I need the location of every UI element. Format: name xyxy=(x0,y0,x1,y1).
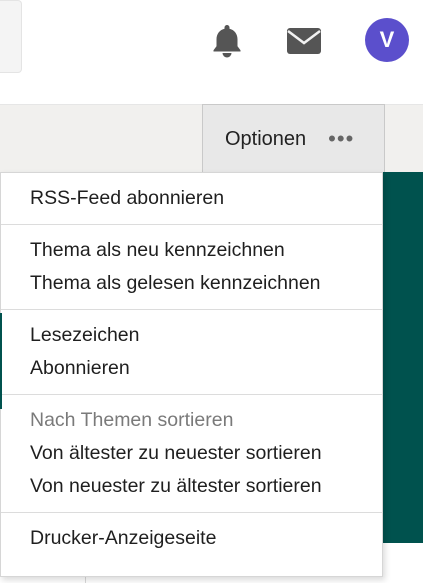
options-button[interactable]: Optionen ••• xyxy=(202,104,385,174)
accent-panel xyxy=(382,172,423,543)
menu-item-mark-read[interactable]: Thema als gelesen kennzeichnen xyxy=(30,267,382,300)
menu-section-mark: Thema als neu kennzeichnen Thema als gel… xyxy=(1,225,382,310)
menu-item-bookmark[interactable]: Lesezeichen xyxy=(30,319,382,352)
menu-item-subscribe[interactable]: Abonnieren xyxy=(30,352,382,385)
menu-item-mark-new[interactable]: Thema als neu kennzeichnen xyxy=(30,234,382,267)
menu-item-sort-oldest-first[interactable]: Von ältester zu neuester sortieren xyxy=(30,437,382,470)
avatar[interactable]: V xyxy=(365,18,409,62)
menu-section-print: Drucker-Anzeigeseite xyxy=(1,513,382,564)
menu-accent-bar xyxy=(0,313,2,409)
menu-section-sort: Nach Themen sortieren Von ältester zu ne… xyxy=(1,395,382,513)
menu-section-bookmark: Lesezeichen Abonnieren xyxy=(1,310,382,395)
menu-item-rss-subscribe[interactable]: RSS-Feed abonnieren xyxy=(30,182,382,215)
menu-item-printer-view[interactable]: Drucker-Anzeigeseite xyxy=(30,522,382,555)
menu-item-sort-newest-first[interactable]: Von neuester zu ältester sortieren xyxy=(30,470,382,503)
envelope-icon[interactable] xyxy=(286,26,322,56)
menu-sort-heading: Nach Themen sortieren xyxy=(30,409,234,431)
options-label: Optionen xyxy=(225,127,307,150)
avatar-initial: V xyxy=(379,27,395,52)
search-input[interactable] xyxy=(0,0,22,73)
more-icon: ••• xyxy=(328,126,355,151)
bell-icon[interactable] xyxy=(209,22,245,58)
options-dropdown-menu: RSS-Feed abonnieren Thema als neu kennze… xyxy=(0,172,383,577)
menu-section-rss: RSS-Feed abonnieren xyxy=(1,173,382,225)
